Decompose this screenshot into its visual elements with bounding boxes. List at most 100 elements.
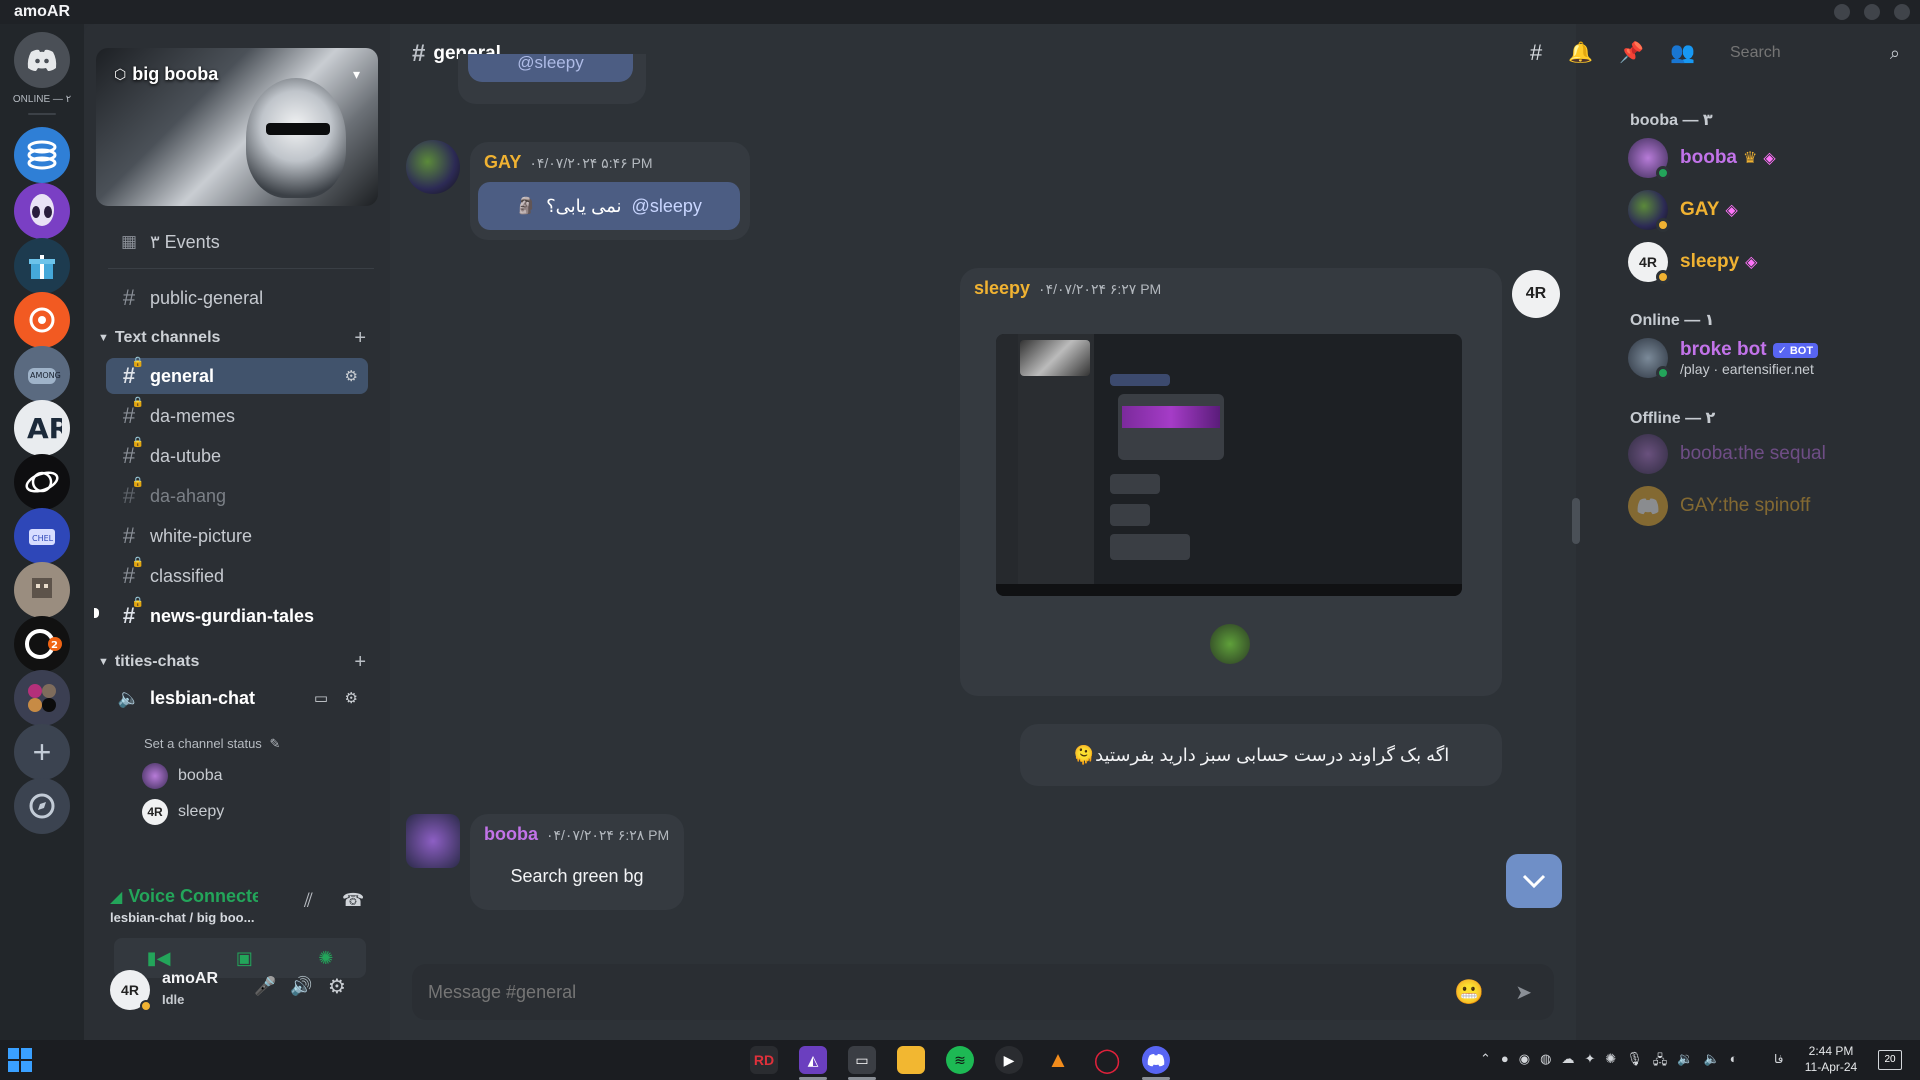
explore-icon[interactable] — [14, 778, 70, 834]
server-icon-planet[interactable] — [14, 454, 70, 510]
channel-da-memes[interactable]: # 🔒 da-memes — [106, 397, 368, 434]
avatar[interactable] — [406, 140, 460, 194]
tray-app-icon[interactable]: ◉ — [1519, 1051, 1530, 1073]
events-item[interactable]: ▦ ۳ Events — [106, 224, 368, 260]
channel-general[interactable]: # 🔒 general ⚙ — [106, 357, 368, 394]
rail-divider — [28, 113, 56, 115]
server-icon-amongus[interactable]: AMONG — [14, 346, 70, 402]
gear-icon[interactable]: ⚙ — [345, 367, 358, 385]
channel-news-gurdian-tales[interactable]: # 🔒 news-gurdian-tales — [106, 597, 368, 634]
visual-studio-icon[interactable]: ◭ — [799, 1046, 827, 1074]
network-icon[interactable]: 🖧 — [1653, 1051, 1668, 1073]
members-icon[interactable]: 👥 — [1670, 40, 1695, 66]
avatar[interactable] — [406, 814, 460, 868]
server-icon-steelseries[interactable] — [14, 292, 70, 348]
server-icon-pixel[interactable] — [14, 562, 70, 618]
tray-app-icon[interactable]: ☁ — [1561, 1051, 1574, 1073]
member-booba-sequal[interactable]: booba:the sequal — [1628, 432, 1826, 476]
microphone-icon[interactable]: 🎙 — [1626, 1051, 1643, 1073]
channel-classified[interactable]: # 🔒 classified — [106, 557, 368, 594]
discord-home-icon[interactable] — [14, 32, 70, 88]
headphones-icon[interactable]: 🔊 — [290, 976, 312, 997]
member-sleepy[interactable]: 4R sleepy ◈ — [1628, 240, 1757, 284]
voice-connected-label: Voice Connected — [128, 886, 259, 906]
maximize-button[interactable] — [1864, 4, 1880, 20]
server-rail: ONLINE — ۲ AMONG AR CHEL 2 + — [0, 24, 84, 1040]
chevron-down-icon[interactable]: ▾ — [353, 66, 360, 83]
notification-center-icon[interactable]: 20 — [1878, 1050, 1902, 1070]
tray-app-icon[interactable]: ✦ — [1584, 1051, 1595, 1073]
add-channel-icon[interactable]: + — [354, 327, 366, 350]
media-player-icon[interactable]: ▶ — [995, 1046, 1023, 1074]
server-icon-ar[interactable]: AR — [14, 400, 70, 456]
server-icon-stack[interactable] — [14, 127, 70, 183]
microphone-icon[interactable]: 🎤 — [254, 976, 276, 997]
server-icon-chelsea[interactable]: CHEL — [14, 508, 70, 564]
chevron-up-icon[interactable]: ⌃ — [1480, 1051, 1491, 1073]
pin-icon[interactable]: 📌 — [1619, 40, 1644, 66]
tray-app-icon[interactable]: ◐ — [1730, 1051, 1738, 1073]
file-explorer-icon[interactable] — [897, 1046, 925, 1074]
thumb-taskbar — [996, 584, 1462, 596]
channel-da-ahang[interactable]: # 🔒 da-ahang — [106, 477, 368, 514]
server-icon-alien[interactable] — [14, 183, 70, 239]
threads-icon[interactable]: # — [1530, 40, 1542, 66]
minimize-button[interactable] — [1834, 4, 1850, 20]
noise-suppression-icon[interactable]: ⫽ — [304, 890, 313, 913]
gear-icon[interactable]: ⚙ — [328, 974, 346, 999]
server-folder-icon[interactable] — [14, 670, 70, 726]
message-text: Search green bg — [510, 866, 644, 886]
scrollbar-thumb[interactable] — [1572, 498, 1580, 544]
channel-white-picture[interactable]: # white-picture — [106, 518, 368, 554]
member-name: sleepy — [1680, 251, 1740, 272]
channel-public-general[interactable]: # public-general — [106, 280, 368, 316]
opera-icon[interactable]: ◯ — [1093, 1046, 1121, 1074]
send-icon[interactable]: ➤ — [1515, 980, 1532, 1005]
language-indicator[interactable]: فا — [1774, 1052, 1783, 1066]
vlc-icon[interactable]: ▲ — [1044, 1046, 1072, 1074]
member-gay[interactable]: GAY ◈ — [1628, 188, 1738, 232]
server-banner[interactable]: ⬡ big booba ▾ — [96, 48, 378, 206]
message-author[interactable]: booba — [484, 824, 538, 845]
message-author[interactable]: sleepy — [974, 278, 1030, 299]
add-channel-icon[interactable]: + — [354, 651, 366, 674]
member-booba[interactable]: booba ♛ ◈ — [1628, 136, 1776, 180]
gear-icon[interactable]: ⚙ — [345, 689, 358, 707]
search-box[interactable]: ⌕ — [1730, 38, 1900, 68]
close-button[interactable] — [1894, 4, 1910, 20]
server-icon-overwatch[interactable]: 2 — [14, 616, 70, 672]
mention[interactable]: @sleepy — [632, 196, 702, 217]
avatar[interactable]: 4R — [1512, 270, 1560, 318]
tray-app-icon[interactable]: ✺ — [1605, 1051, 1616, 1073]
terminal-icon[interactable]: ▭ — [848, 1046, 876, 1074]
jump-to-bottom-button[interactable] — [1506, 854, 1562, 908]
emoji-icon[interactable]: 😬 — [1454, 978, 1484, 1007]
screenshot-attachment[interactable] — [996, 334, 1462, 596]
windows-start-icon[interactable] — [8, 1048, 32, 1072]
spotify-icon[interactable]: ≋ — [946, 1046, 974, 1074]
bell-icon[interactable]: 🔔 — [1568, 40, 1593, 66]
category-text-channels[interactable]: ▼ Text channels + — [98, 326, 376, 350]
mention[interactable]: @sleepy — [468, 54, 633, 82]
speaker-icon[interactable]: 🔈 — [1703, 1051, 1719, 1073]
search-input[interactable] — [1730, 44, 1860, 62]
clock[interactable]: 2:44 PM 11-Apr-24 — [1798, 1044, 1864, 1074]
steam-icon[interactable]: ◍ — [1540, 1051, 1551, 1073]
disconnect-icon[interactable]: ☎ — [342, 890, 364, 911]
channel-da-utube[interactable]: # 🔒 da-utube — [106, 437, 368, 474]
volume-icon[interactable]: 🔉 — [1677, 1051, 1693, 1073]
rider-icon[interactable]: RD — [750, 1046, 778, 1074]
voice-status[interactable]: ◢ Voice Connected — [110, 886, 258, 907]
boost-icon: ◈ — [1745, 254, 1758, 271]
member-gay-spinoff[interactable]: GAY:the spinoff — [1628, 484, 1810, 528]
voice-channel-lesbian-chat[interactable]: 🔈 lesbian-chat ▭ ⚙ — [106, 680, 368, 716]
tray-app-icon[interactable]: ● — [1501, 1051, 1509, 1073]
category-tities-chats[interactable]: ▼ tities-chats + — [98, 650, 376, 674]
add-server-icon[interactable]: + — [14, 724, 70, 780]
chat-bubble-icon[interactable]: ▭ — [314, 689, 328, 707]
server-icon-gift[interactable] — [14, 238, 70, 294]
message-author[interactable]: GAY — [484, 152, 521, 173]
message-input[interactable] — [428, 981, 1328, 1003]
member-broke-bot[interactable]: broke bot ✓ BOT /play · eartensifier.net — [1628, 336, 1819, 380]
discord-taskbar-icon[interactable] — [1142, 1046, 1170, 1074]
